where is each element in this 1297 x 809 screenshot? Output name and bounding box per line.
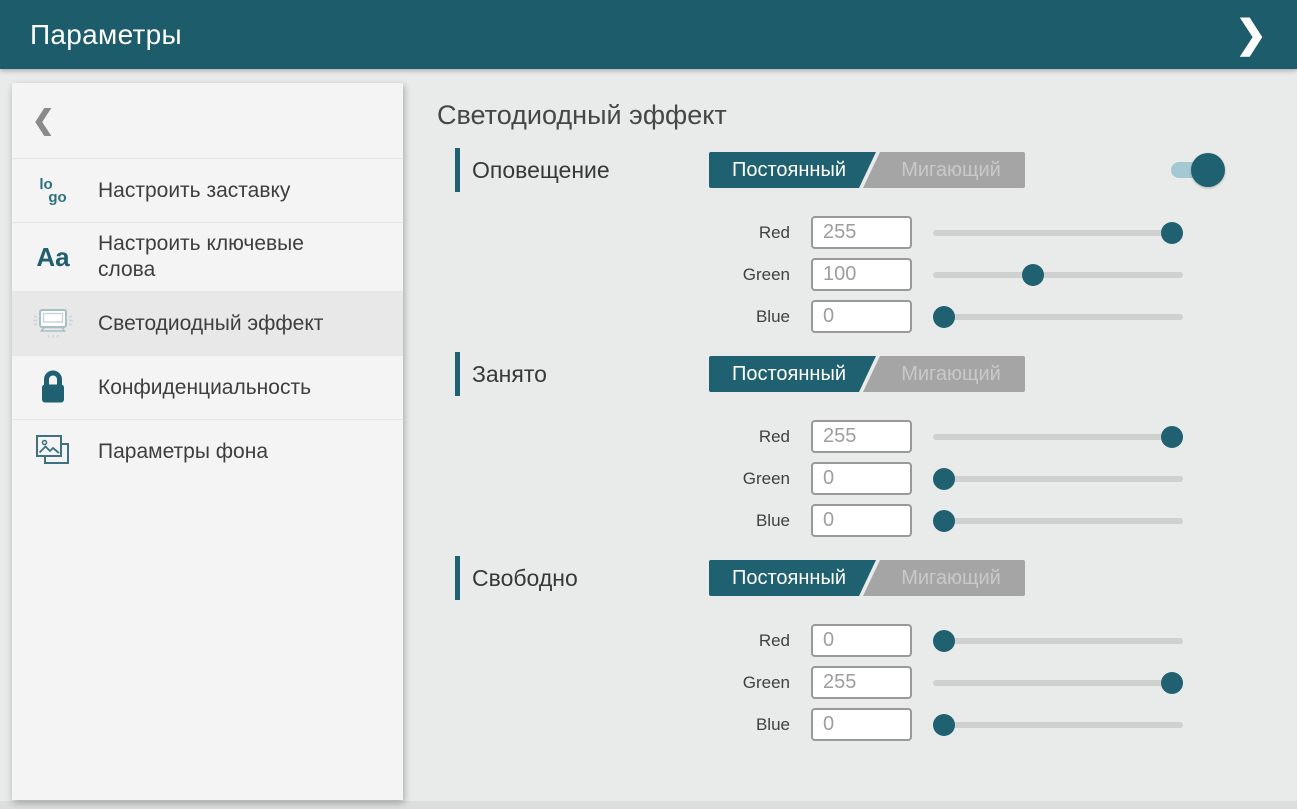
- mode-segmented-control: Постоянный Мигающий: [709, 356, 1025, 392]
- slider-thumb[interactable]: [1161, 672, 1183, 694]
- blue-value-input[interactable]: [811, 708, 912, 741]
- green-value-input[interactable]: [811, 462, 912, 495]
- channel-label: Red: [437, 427, 790, 447]
- text-aa-icon: Aa: [30, 242, 76, 273]
- rgb-slider[interactable]: [933, 264, 1183, 286]
- blue-value-input[interactable]: [811, 504, 912, 537]
- sidebar-item-label: Настроить ключевые слова: [98, 231, 350, 283]
- rgb-row-red: Red: [437, 420, 1267, 453]
- slider-thumb[interactable]: [933, 468, 955, 490]
- channel-label: Green: [437, 469, 790, 489]
- sidebar-item-label: Конфиденциальность: [98, 375, 311, 401]
- switch-knob[interactable]: [1191, 153, 1225, 187]
- rgb-row-blue: Blue: [437, 504, 1267, 537]
- section-notification: Оповещение Постоянный Мигающий Red: [437, 148, 1267, 333]
- channel-label: Blue: [437, 715, 790, 735]
- section-header: Занято Постоянный Мигающий: [437, 352, 1267, 396]
- green-value-input[interactable]: [811, 666, 912, 699]
- slider-track: [933, 638, 1183, 644]
- section-free: Свободно Постоянный Мигающий Red: [437, 556, 1267, 741]
- sidebar-item-label: Настроить заставку: [98, 178, 290, 204]
- sidebar-item-keywords[interactable]: Aa Настроить ключевые слова: [12, 222, 403, 291]
- rgb-row-red: Red: [437, 624, 1267, 657]
- rgb-slider[interactable]: [933, 672, 1183, 694]
- slider-thumb[interactable]: [933, 714, 955, 736]
- monitor-icon: [30, 307, 76, 341]
- rgb-rows: Red Green Blue: [437, 624, 1267, 741]
- rgb-slider[interactable]: [933, 306, 1183, 328]
- rgb-slider[interactable]: [933, 714, 1183, 736]
- sidebar: ❮ logo Настроить заставку Aa Настроить к…: [12, 83, 403, 800]
- sidebar-item-label: Светодиодный эффект: [98, 311, 323, 337]
- sidebar-item-splash-screen[interactable]: logo Настроить заставку: [12, 158, 403, 222]
- rgb-slider[interactable]: [933, 630, 1183, 652]
- channel-label: Blue: [437, 511, 790, 531]
- sidebar-item-background[interactable]: Параметры фона: [12, 419, 403, 483]
- section-name: Свободно: [472, 565, 709, 592]
- rgb-row-blue: Blue: [437, 708, 1267, 741]
- slider-thumb[interactable]: [933, 306, 955, 328]
- sidebar-back-button[interactable]: ❮: [12, 83, 403, 158]
- section-accent-bar: [455, 148, 460, 192]
- slider-thumb[interactable]: [1161, 222, 1183, 244]
- slider-thumb[interactable]: [1161, 426, 1183, 448]
- rgb-row-green: Green: [437, 666, 1267, 699]
- rgb-row-red: Red: [437, 216, 1267, 249]
- slider-track: [933, 722, 1183, 728]
- notification-toggle-switch[interactable]: [1171, 153, 1225, 187]
- images-icon: [30, 433, 76, 471]
- section-busy: Занято Постоянный Мигающий Red: [437, 352, 1267, 537]
- section-name: Занято: [472, 361, 709, 388]
- slider-thumb[interactable]: [933, 510, 955, 532]
- rgb-rows: Red Green Blue: [437, 216, 1267, 333]
- slider-thumb[interactable]: [933, 630, 955, 652]
- section-accent-bar: [455, 352, 460, 396]
- logo-icon: logo: [30, 178, 76, 204]
- red-value-input[interactable]: [811, 216, 912, 249]
- top-bar: Параметры ❯: [0, 0, 1297, 69]
- back-chevron-icon: ❮: [32, 105, 55, 136]
- slider-track: [933, 434, 1183, 440]
- channel-label: Blue: [437, 307, 790, 327]
- rgb-row-blue: Blue: [437, 300, 1267, 333]
- main-content: Светодиодный эффект Оповещение Постоянны…: [437, 90, 1267, 760]
- blue-value-input[interactable]: [811, 300, 912, 333]
- slider-thumb[interactable]: [1022, 264, 1044, 286]
- slider-track: [933, 272, 1183, 278]
- slider-track: [933, 518, 1183, 524]
- rgb-rows: Red Green Blue: [437, 420, 1267, 537]
- sidebar-item-label: Параметры фона: [98, 439, 268, 465]
- sidebar-item-led-effect[interactable]: Светодиодный эффект: [12, 291, 403, 355]
- rgb-slider[interactable]: [933, 468, 1183, 490]
- red-value-input[interactable]: [811, 624, 912, 657]
- rgb-row-green: Green: [437, 258, 1267, 291]
- section-name: Оповещение: [472, 157, 709, 184]
- section-header: Оповещение Постоянный Мигающий: [437, 148, 1267, 192]
- green-value-input[interactable]: [811, 258, 912, 291]
- channel-label: Green: [437, 265, 790, 285]
- rgb-row-green: Green: [437, 462, 1267, 495]
- page-title: Параметры: [30, 19, 182, 51]
- slider-track: [933, 476, 1183, 482]
- red-value-input[interactable]: [811, 420, 912, 453]
- forward-chevron-icon[interactable]: ❯: [1227, 14, 1275, 56]
- mode-segmented-control: Постоянный Мигающий: [709, 152, 1025, 188]
- settings-screen: Параметры ❯ ❮ logo Настроить заставку Aa…: [0, 0, 1297, 809]
- channel-label: Red: [437, 631, 790, 651]
- rgb-slider[interactable]: [933, 510, 1183, 532]
- sidebar-item-privacy[interactable]: Конфиденциальность: [12, 355, 403, 419]
- section-accent-bar: [455, 556, 460, 600]
- lock-icon: [30, 369, 76, 407]
- content-title: Светодиодный эффект: [437, 98, 1267, 132]
- channel-label: Red: [437, 223, 790, 243]
- rgb-slider[interactable]: [933, 222, 1183, 244]
- rgb-slider[interactable]: [933, 426, 1183, 448]
- channel-label: Green: [437, 673, 790, 693]
- slider-track: [933, 230, 1183, 236]
- slider-track: [933, 680, 1183, 686]
- bottom-edge: [0, 801, 1297, 809]
- mode-segmented-control: Постоянный Мигающий: [709, 560, 1025, 596]
- slider-track: [933, 314, 1183, 320]
- section-header: Свободно Постоянный Мигающий: [437, 556, 1267, 600]
